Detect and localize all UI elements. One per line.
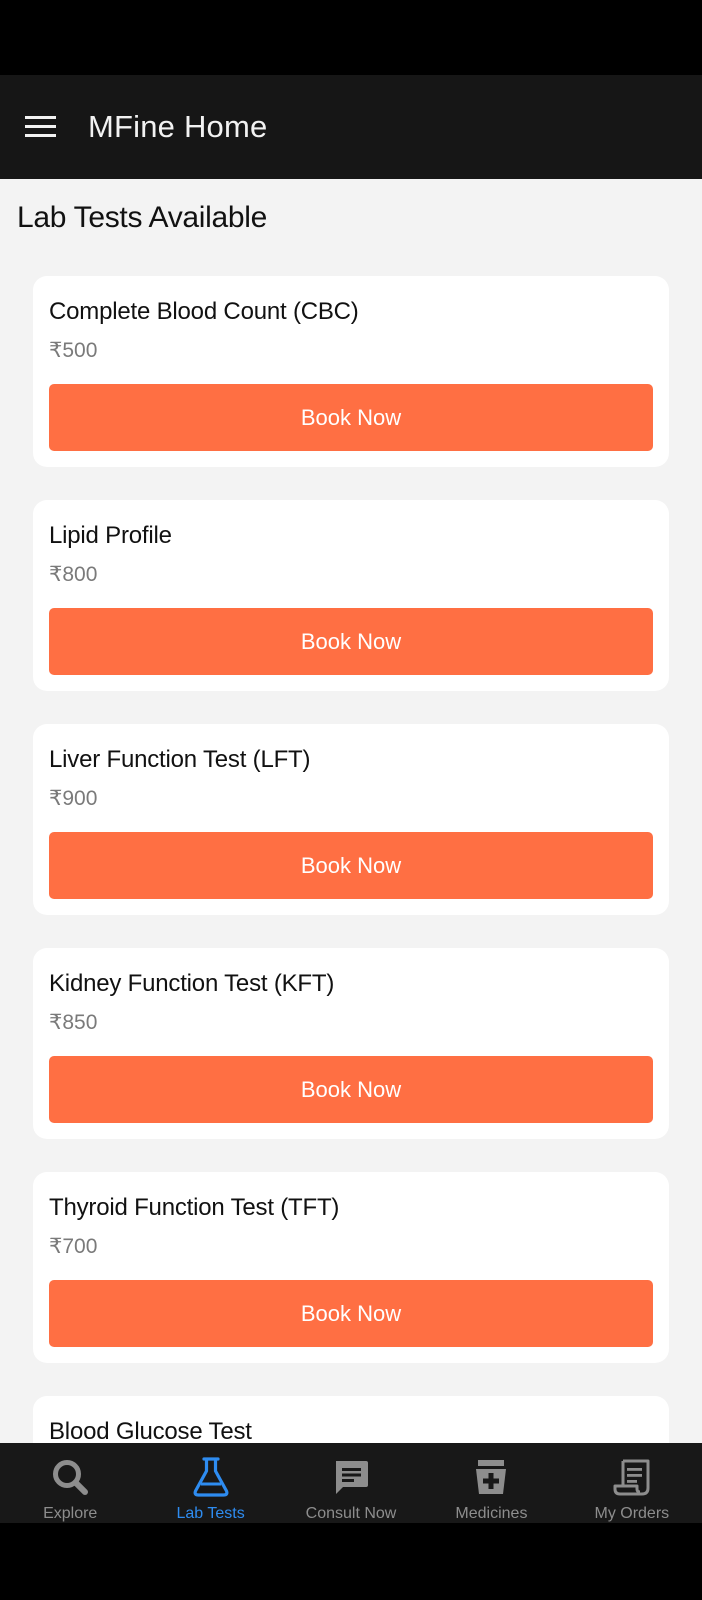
test-price: ₹900: [49, 787, 98, 810]
book-now-button[interactable]: Book Now: [49, 384, 653, 451]
lab-test-card: Thyroid Function Test (TFT) ₹700 Book No…: [33, 1172, 669, 1363]
app-title: MFine Home: [88, 109, 268, 144]
nav-consult-now[interactable]: Consult Now: [281, 1443, 421, 1523]
nav-label: My Orders: [594, 1505, 670, 1522]
nav-label: Medicines: [455, 1505, 528, 1522]
nav-my-orders[interactable]: My Orders: [562, 1443, 702, 1523]
test-price: ₹700: [49, 1235, 98, 1258]
bottom-navigation: Explore Lab Tests Consult Now Medicines …: [0, 1443, 702, 1523]
system-navigation-bar: [0, 1523, 702, 1600]
test-name: Complete Blood Count (CBC): [49, 298, 359, 325]
nav-medicines[interactable]: Medicines: [421, 1443, 561, 1523]
flask-icon: [189, 1455, 233, 1499]
book-now-button[interactable]: Book Now: [49, 1280, 653, 1347]
app-bar: MFine Home: [0, 75, 702, 179]
test-name: Liver Function Test (LFT): [49, 746, 311, 773]
test-price: ₹800: [49, 563, 98, 586]
lab-test-card: Kidney Function Test (KFT) ₹850 Book Now: [33, 948, 669, 1139]
lab-test-card: Blood Glucose Test: [33, 1396, 669, 1443]
section-title: Lab Tests Available: [17, 201, 268, 234]
search-icon: [48, 1455, 92, 1499]
medicine-icon: [469, 1455, 513, 1499]
test-name: Thyroid Function Test (TFT): [49, 1194, 340, 1221]
status-bar: [0, 0, 702, 75]
nav-explore[interactable]: Explore: [0, 1443, 140, 1523]
nav-label: Lab Tests: [176, 1505, 245, 1522]
test-name: Lipid Profile: [49, 522, 172, 549]
book-now-button[interactable]: Book Now: [49, 832, 653, 899]
hamburger-menu-icon: [25, 116, 56, 137]
main-content[interactable]: Lab Tests Available Complete Blood Count…: [0, 179, 702, 1443]
lab-test-card: Lipid Profile ₹800 Book Now: [33, 500, 669, 691]
book-now-button[interactable]: Book Now: [49, 608, 653, 675]
menu-button[interactable]: [20, 106, 62, 148]
lab-test-card: Liver Function Test (LFT) ₹900 Book Now: [33, 724, 669, 915]
book-now-button[interactable]: Book Now: [49, 1056, 653, 1123]
nav-label: Consult Now: [305, 1505, 397, 1522]
test-name: Blood Glucose Test: [49, 1418, 252, 1443]
nav-lab-tests[interactable]: Lab Tests: [140, 1443, 280, 1523]
test-price: ₹850: [49, 1011, 98, 1034]
test-name: Kidney Function Test (KFT): [49, 970, 335, 997]
receipt-icon: [610, 1455, 654, 1499]
nav-label: Explore: [43, 1505, 98, 1522]
lab-test-card: Complete Blood Count (CBC) ₹500 Book Now: [33, 276, 669, 467]
test-price: ₹500: [49, 339, 98, 362]
chat-icon: [329, 1455, 373, 1499]
